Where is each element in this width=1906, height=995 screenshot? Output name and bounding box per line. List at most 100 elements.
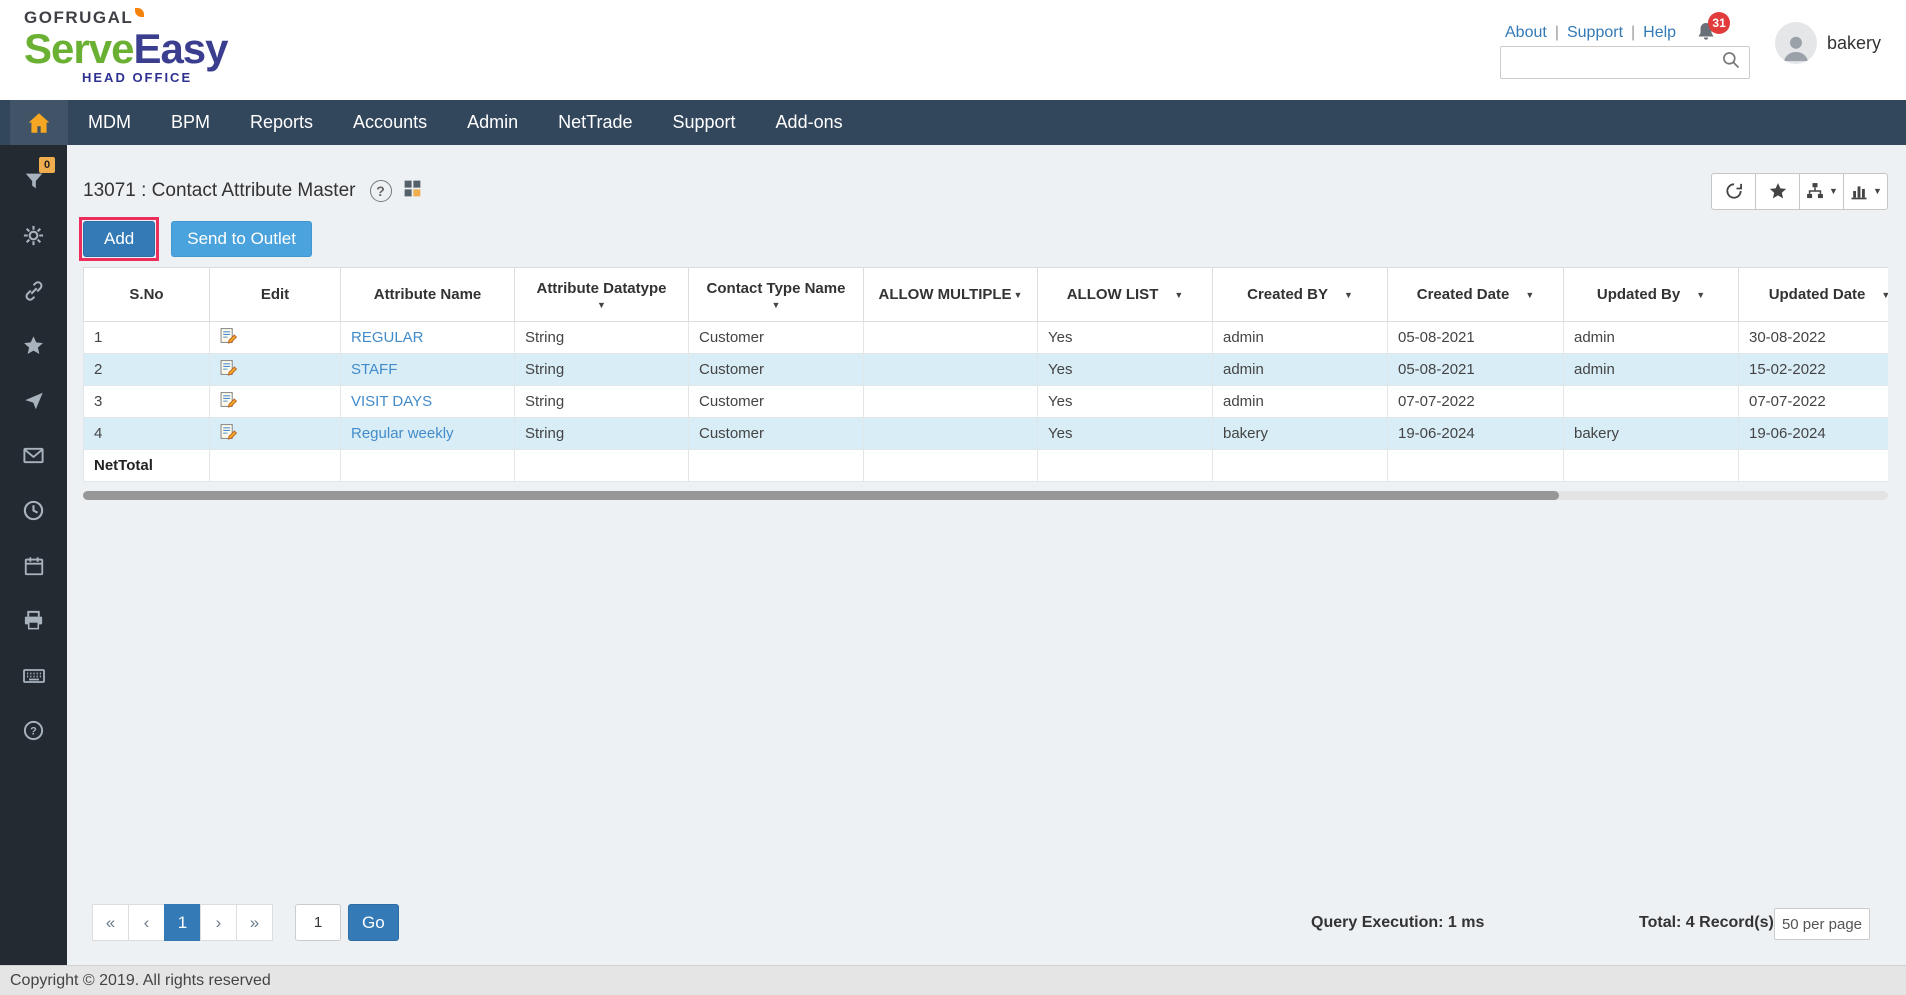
dashboard-grid-icon[interactable] (402, 178, 423, 204)
nav-item-accounts[interactable]: Accounts (333, 100, 447, 145)
leaf-icon (135, 8, 144, 17)
notification-bell[interactable]: 31 (1694, 20, 1720, 46)
cell-created-date: 05-08-2021 (1388, 322, 1564, 354)
cell-contact-type-name: Customer (689, 354, 864, 386)
sidebar-filter[interactable]: 0 (0, 153, 67, 208)
edit-icon[interactable] (220, 363, 237, 380)
first-page-button[interactable]: « (92, 904, 129, 941)
sidebar-mail[interactable] (0, 428, 67, 483)
cell-updated-by: bakery (1564, 418, 1739, 450)
sort-caret-icon: ▼ (1174, 290, 1183, 300)
mail-icon (22, 444, 45, 467)
sidebar-help[interactable]: ? (0, 703, 67, 758)
column-header-created-date[interactable]: Created Date▼ (1388, 268, 1564, 322)
help-link[interactable]: Help (1643, 24, 1676, 42)
sidebar-calendar[interactable] (0, 538, 67, 593)
nav-item-support[interactable]: Support (653, 100, 756, 145)
attribute-name-link[interactable]: STAFF (351, 361, 397, 378)
nav-item-addons[interactable]: Add-ons (756, 100, 863, 145)
favorite-button[interactable] (1755, 173, 1800, 210)
grid-toolbar: ▼ ▼ (1712, 173, 1888, 210)
column-header-attribute-datatype[interactable]: Attribute Datatype▼ (515, 268, 689, 322)
column-header-allow-multiple[interactable]: ALLOW MULTIPLE▼ (864, 268, 1038, 322)
copyright-text: Copyright © 2019. All rights reserved (10, 972, 271, 990)
attribute-name-link[interactable]: REGULAR (351, 329, 424, 346)
notification-count-badge[interactable]: 31 (1708, 12, 1730, 34)
horizontal-scrollbar[interactable] (83, 491, 1888, 500)
page-number-input[interactable] (295, 904, 341, 941)
cell-updated-date: 30-08-2022 (1739, 322, 1889, 354)
keyboard-icon (22, 664, 46, 688)
nav-home[interactable] (10, 100, 68, 145)
attribute-name-link[interactable]: Regular weekly (351, 425, 454, 442)
column-header-updated-by[interactable]: Updated By▼ (1564, 268, 1739, 322)
copyright-footer: Copyright © 2019. All rights reserved (0, 965, 1906, 995)
sidebar-print[interactable] (0, 593, 67, 648)
hierarchy-menu-button[interactable]: ▼ (1799, 173, 1844, 210)
attribute-name-link[interactable]: VISIT DAYS (351, 393, 432, 410)
cell-attribute-datatype: String (515, 418, 689, 450)
chart-menu-button[interactable]: ▼ (1843, 173, 1888, 210)
person-icon (1779, 30, 1813, 64)
sidebar-send[interactable] (0, 373, 67, 428)
scrollbar-thumb[interactable] (83, 491, 1559, 500)
per-page-select[interactable]: 50 per page (1774, 908, 1870, 940)
sidebar-history[interactable] (0, 483, 67, 538)
previous-page-button[interactable]: ‹ (128, 904, 165, 941)
column-header-attribute-name: Attribute Name (341, 268, 515, 322)
edit-icon[interactable] (220, 331, 237, 348)
avatar (1775, 22, 1817, 64)
cell-attribute-datatype: String (515, 386, 689, 418)
cell-created-date: 05-08-2021 (1388, 354, 1564, 386)
sidebar-keyboard[interactable] (0, 648, 67, 703)
org-chart-icon (1805, 181, 1825, 201)
cell-contact-type-name: Customer (689, 386, 864, 418)
star-icon (22, 334, 45, 357)
send-to-outlet-button[interactable]: Send to Outlet (171, 221, 312, 257)
cell-sno: 1 (84, 322, 210, 354)
support-link[interactable]: Support (1567, 24, 1623, 42)
page-title: 13071 : Contact Attribute Master (83, 180, 356, 202)
sidebar-links[interactable] (0, 263, 67, 318)
column-header-sno: S.No (84, 268, 210, 322)
link-icon (23, 280, 45, 302)
column-header-allow-list[interactable]: ALLOW LIST▼ (1038, 268, 1213, 322)
cell-allow-multiple (864, 354, 1038, 386)
edit-icon[interactable] (220, 395, 237, 412)
nav-item-admin[interactable]: Admin (447, 100, 538, 145)
column-header-contact-type-name[interactable]: Contact Type Name▼ (689, 268, 864, 322)
table-row: 4 Regular weekly String Customer Yes bak… (84, 418, 1889, 450)
cell-contact-type-name: Customer (689, 322, 864, 354)
nav-item-nettrade[interactable]: NetTrade (538, 100, 652, 145)
sidebar-settings[interactable] (0, 208, 67, 263)
cell-attribute-datatype: String (515, 322, 689, 354)
go-button[interactable]: Go (348, 904, 399, 941)
cell-created-by: admin (1213, 386, 1388, 418)
table-row: 3 VISIT DAYS String Customer Yes admin 0… (84, 386, 1889, 418)
sort-caret-icon: ▼ (1696, 290, 1705, 300)
sort-caret-icon: ▼ (1014, 290, 1023, 300)
last-page-button[interactable]: » (236, 904, 273, 941)
user-menu[interactable]: bakery (1775, 22, 1881, 64)
edit-icon[interactable] (220, 427, 237, 444)
add-button[interactable]: Add (83, 221, 155, 257)
link-separator: | (1631, 24, 1635, 42)
cell-sno: 4 (84, 418, 210, 450)
global-search-input[interactable] (1501, 47, 1721, 78)
records-table-wrap: S.No Edit Attribute Name Attribute Datat… (83, 267, 1888, 482)
current-page-button[interactable]: 1 (164, 904, 201, 941)
search-icon[interactable] (1721, 50, 1741, 75)
column-header-updated-date[interactable]: Updated Date▼ (1739, 268, 1889, 322)
nav-item-bpm[interactable]: BPM (151, 100, 230, 145)
next-page-button[interactable]: › (200, 904, 237, 941)
nav-item-reports[interactable]: Reports (230, 100, 333, 145)
column-header-created-by[interactable]: Created BY▼ (1213, 268, 1388, 322)
about-link[interactable]: About (1505, 24, 1547, 42)
nav-item-mdm[interactable]: MDM (68, 100, 151, 145)
home-icon (26, 110, 52, 136)
refresh-button[interactable] (1711, 173, 1756, 210)
cell-created-by: admin (1213, 322, 1388, 354)
question-icon: ? (22, 719, 45, 742)
sidebar-favorites[interactable] (0, 318, 67, 373)
page-help-icon[interactable]: ? (370, 180, 392, 202)
